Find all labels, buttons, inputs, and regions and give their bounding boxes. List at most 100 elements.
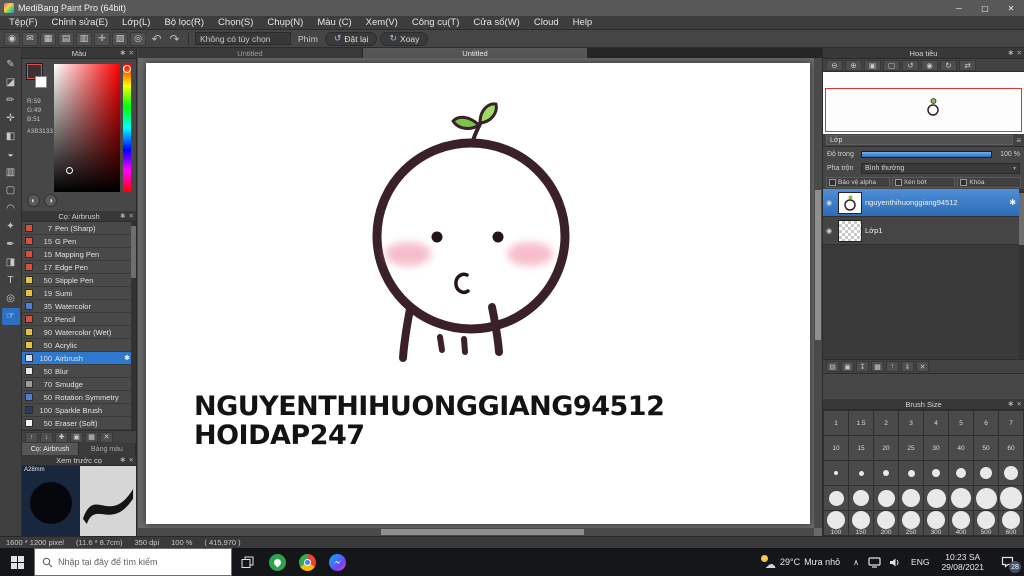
layer-visibility-icon[interactable]: ◉ [826,199,835,207]
brush-size-preset[interactable]: 40 [949,436,973,460]
lock-chip[interactable]: Khóa [957,176,1022,188]
volume-icon[interactable] [885,557,905,568]
brush-item[interactable]: 19 Sumi ✱ [22,287,136,300]
menu-item[interactable]: Bộ lọc(R) [157,17,211,28]
brush-size-preset[interactable]: 7 [999,411,1023,435]
taskbar-app-green[interactable] [262,548,292,576]
taskbar-weather[interactable]: ☁ 29°C Mưa nhỏ [752,555,848,571]
brush-item[interactable]: 100 Airbrush ✱ [22,352,136,365]
panel-tab[interactable]: Cọ: Airbrush [22,443,79,455]
maximize-button[interactable]: ▢ [972,0,998,16]
hue-cursor[interactable] [123,65,131,73]
reset-view-button[interactable]: ◉ [921,59,938,71]
brush-list-scrollbar[interactable] [131,222,136,430]
brush-size-preset[interactable] [949,486,973,510]
fill-tool[interactable]: ◧ [2,128,20,145]
brush-size-preset[interactable] [874,461,898,485]
zoom-out-button[interactable]: ⊖ [826,59,843,71]
color-wheel-button[interactable]: ◐ [27,194,40,207]
sv-cursor[interactable] [66,167,73,174]
brush-size-preset[interactable] [974,486,998,510]
ruler-ellipse-icon[interactable]: ◎ [130,31,146,46]
gear-icon[interactable]: ✱ [120,456,125,464]
tray-expand-icon[interactable]: ∧ [848,558,864,567]
brush-size-preset[interactable]: 400 [949,511,973,535]
scrollbar-thumb[interactable] [815,189,821,340]
panel-tab[interactable]: Bảng màu [79,443,136,455]
close-icon[interactable]: ✕ [129,212,134,220]
brush-size-preset[interactable] [849,486,873,510]
layer-item-active[interactable]: ◉ nguyenthihuonggiang94512 ✱ [823,189,1024,217]
lock-checkbox[interactable] [960,178,968,186]
brush-size-preset[interactable]: 10 [824,436,848,460]
brush-size-preset[interactable]: 20 [874,436,898,460]
brush-size-preset[interactable] [849,461,873,485]
brush-folder-button[interactable]: ▦ [85,431,98,443]
zoom-in-button[interactable]: ⊕ [845,59,862,71]
bucket-tool[interactable]: ◒ [2,146,20,163]
flip-view-button[interactable]: ⇄ [959,59,976,71]
eraser-tool[interactable]: ◪ [2,74,20,91]
duplicate-layer-button[interactable]: ▣ [841,361,854,372]
reset-view-button[interactable]: ↺ Đặt lại [324,31,378,46]
minimize-button[interactable]: ─ [946,0,972,16]
select-pen-tool[interactable]: ✒ [2,236,20,253]
brush-size-preset[interactable] [899,461,923,485]
brush-size-preset[interactable]: 6 [974,411,998,435]
brush-item[interactable]: 50 Rotation Symmetry ✱ [22,391,136,404]
taskbar-app-messenger[interactable] [322,548,352,576]
scrollbar-thumb[interactable] [381,529,585,535]
brush-size-preset[interactable]: 25 [899,436,923,460]
brush-item[interactable]: 50 Blur ✱ [22,365,136,378]
taskbar-clock[interactable]: 10:23 SA 29/08/2021 [935,552,990,572]
brush-size-preset[interactable]: 50 [974,436,998,460]
move-brush-up-button[interactable]: ↑ [25,431,38,443]
canvas[interactable]: NGUYENTHIHUONGGIANG94512 HOIDAP247 [146,63,810,524]
dot-pen-tool[interactable]: ✏ [2,92,20,109]
select-eraser-tool[interactable]: ◨ [2,254,20,271]
transfer-layer-button[interactable]: ↧ [856,361,869,372]
account-icon[interactable]: ◉ [4,31,20,46]
menu-item[interactable]: Cửa sổ(W) [466,17,526,28]
color-dial-button[interactable]: ◑ [44,194,57,207]
protect-alpha-checkbox[interactable] [829,178,836,186]
delete-layer-button[interactable]: ✕ [916,361,929,372]
brush-size-preset[interactable]: 5 [949,411,973,435]
brush-item[interactable]: 15 Mapping Pen ✱ [22,248,136,261]
close-icon[interactable]: ✕ [1017,400,1022,408]
hand-tool[interactable]: ☞ [1,308,20,325]
taskbar-search[interactable] [34,548,232,576]
brush-item[interactable]: 100 Sparkle Brush ✱ [22,404,136,417]
new-folder-button[interactable]: ▦ [871,361,884,372]
ruler-cross-icon[interactable]: ✛ [94,31,110,46]
brush-item[interactable]: 50 Eraser (Soft) ✱ [22,417,136,430]
search-input[interactable] [58,557,224,567]
saturation-value-picker[interactable] [54,64,120,192]
brush-item[interactable]: 50 Stipple Pen ✱ [22,274,136,287]
delete-brush-button[interactable]: ✕ [100,431,113,443]
brush-size-preset[interactable] [874,486,898,510]
menu-item[interactable]: Màu (C) [310,17,358,28]
brush-size-preset[interactable]: 300 [924,511,948,535]
brush-size-preset[interactable]: 250 [899,511,923,535]
brush-size-preset[interactable]: 30 [924,436,948,460]
fit-window-button[interactable]: ▣ [864,59,881,71]
menu-item[interactable]: Help [566,17,600,28]
language-indicator[interactable]: ENG [905,557,935,567]
hue-slider[interactable] [123,64,131,192]
gradient-tool[interactable]: ▥ [2,164,20,181]
brush-size-preset[interactable] [974,461,998,485]
opacity-slider[interactable] [861,150,992,158]
task-view-button[interactable] [232,548,262,576]
document-tab[interactable]: Untitled [138,48,362,58]
layer-settings-icon[interactable]: ✱ [1009,198,1016,207]
brush-size-preset[interactable]: 600 [999,511,1023,535]
brush-size-preset[interactable] [924,486,948,510]
brush-size-preset[interactable] [949,461,973,485]
rotate-left-button[interactable]: ↺ [902,59,919,71]
move-tool[interactable]: ✛ [2,110,20,127]
brush-size-preset[interactable] [999,461,1023,485]
brush-size-preset[interactable]: 500 [974,511,998,535]
menu-item[interactable]: Chỉnh sửa(E) [45,17,116,28]
taskbar-app-chrome[interactable] [292,548,322,576]
